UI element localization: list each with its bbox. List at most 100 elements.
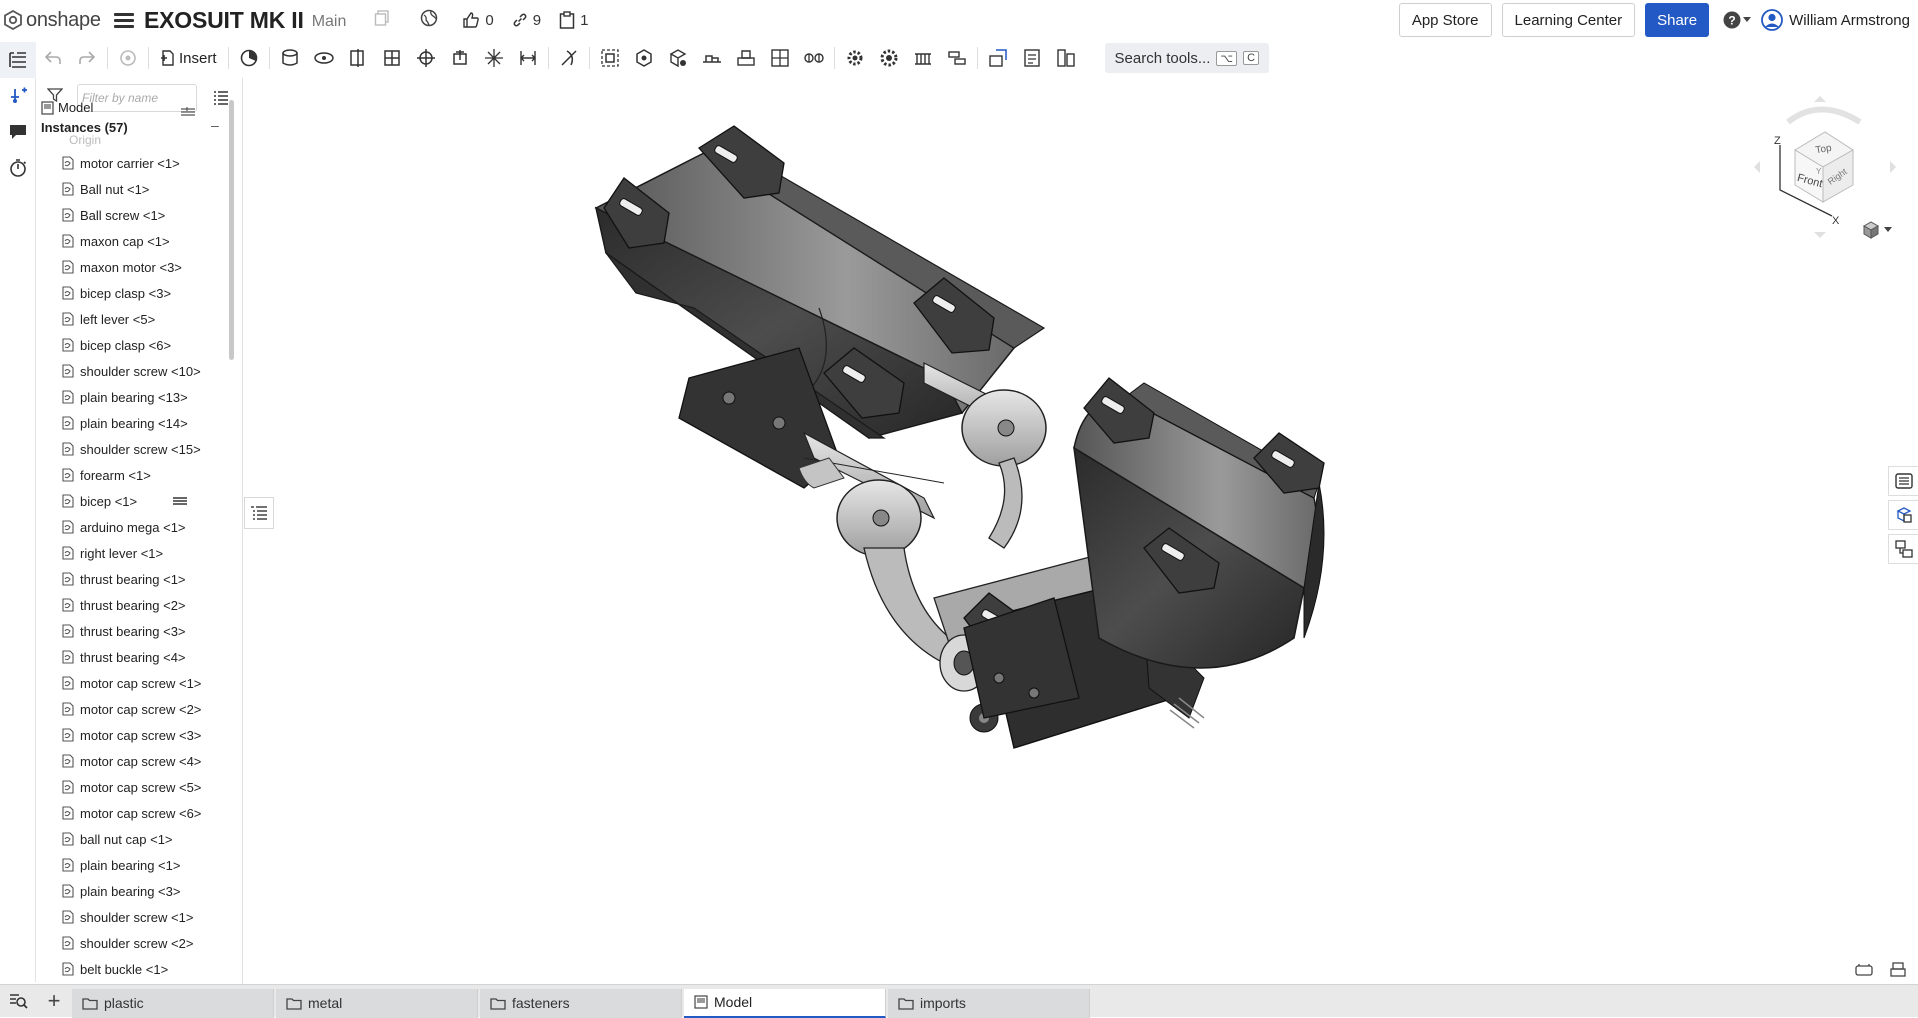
redo-icon[interactable]	[70, 42, 104, 74]
settings-gear-icon[interactable]	[838, 42, 872, 74]
list-item[interactable]: left lever <5>	[61, 306, 231, 332]
tab-model[interactable]: Model	[684, 988, 886, 1018]
tab-metal[interactable]: metal	[276, 988, 478, 1018]
animation-icon[interactable]	[0, 150, 36, 186]
view-options-menu[interactable]	[1862, 221, 1892, 239]
planar-mate-icon[interactable]	[375, 42, 409, 74]
view-left-arrow[interactable]	[1754, 161, 1760, 173]
globe-icon[interactable]	[420, 9, 438, 32]
list-item[interactable]: maxon motor <3>	[61, 254, 231, 280]
list-item[interactable]: plain bearing <14>	[61, 410, 231, 436]
list-item[interactable]: thrust bearing <4>	[61, 644, 231, 670]
tab-imports[interactable]: imports	[888, 988, 1090, 1018]
view-cube[interactable]: Top Front Right Z X Y	[1750, 92, 1900, 242]
tab-search-icon[interactable]	[0, 985, 36, 1018]
filter-input[interactable]: Filter by name	[77, 84, 197, 112]
parallel-mate-icon[interactable]	[511, 42, 545, 74]
named-positions-icon[interactable]	[940, 42, 974, 74]
list-item[interactable]: Ball screw <1>	[61, 202, 231, 228]
mate-connector-tool-icon[interactable]	[627, 42, 661, 74]
view-up-arrow[interactable]	[1814, 96, 1826, 102]
print-icon[interactable]	[1890, 962, 1906, 983]
revolute-mate-icon[interactable]	[307, 42, 341, 74]
list-item[interactable]: thrust bearing <3>	[61, 618, 231, 644]
linear-relation-icon[interactable]	[797, 42, 831, 74]
list-item[interactable]: motor carrier <1>	[61, 150, 231, 176]
list-item[interactable]: plain bearing <1>	[61, 852, 231, 878]
replicate-icon[interactable]	[232, 42, 266, 74]
branch-label[interactable]: Main	[312, 13, 347, 31]
graphics-viewport[interactable]	[244, 78, 1894, 984]
list-item[interactable]: thrust bearing <1>	[61, 566, 231, 592]
list-item[interactable]: motor cap screw <5>	[61, 774, 231, 800]
list-item[interactable]: right lever <1>	[61, 540, 231, 566]
list-item[interactable]: shoulder screw <1>	[61, 904, 231, 930]
tab-fasteners[interactable]: fasteners	[480, 988, 682, 1018]
list-item[interactable]: maxon cap <1>	[61, 228, 231, 254]
pin-slot-mate-icon[interactable]	[443, 42, 477, 74]
view-rotate-arc[interactable]	[1786, 106, 1862, 125]
link-counter[interactable]: 9	[512, 12, 541, 29]
list-item[interactable]: bicep <1>	[61, 488, 231, 514]
menu-icon[interactable]	[114, 12, 134, 28]
cylindrical-mate-icon[interactable]	[409, 42, 443, 74]
origin-item[interactable]: Origin	[69, 133, 101, 147]
list-item[interactable]: bicep clasp <6>	[61, 332, 231, 358]
configuration-panel-toggle[interactable]	[1888, 534, 1918, 564]
undo-icon[interactable]	[36, 42, 70, 74]
app-store-button[interactable]: App Store	[1398, 3, 1492, 37]
bom-icon[interactable]	[1015, 42, 1049, 74]
comments-icon[interactable]	[0, 114, 36, 150]
list-item[interactable]: plain bearing <3>	[61, 878, 231, 904]
list-item[interactable]: shoulder screw <10>	[61, 358, 231, 384]
model-root[interactable]: Model	[41, 100, 93, 115]
group-icon[interactable]	[593, 42, 627, 74]
list-item[interactable]: motor cap screw <6>	[61, 800, 231, 826]
copy-counter[interactable]: 1	[559, 11, 588, 29]
panel-scrollbar[interactable]	[229, 100, 234, 360]
versions-icon[interactable]	[374, 9, 390, 31]
tab-plastic[interactable]: plastic	[72, 988, 274, 1018]
regenerate-icon[interactable]	[111, 42, 145, 74]
gear-relation-icon[interactable]	[695, 42, 729, 74]
list-item[interactable]: motor cap screw <3>	[61, 722, 231, 748]
like-counter[interactable]: 0	[462, 11, 494, 29]
share-button[interactable]: Share	[1645, 3, 1710, 37]
ball-mate-icon[interactable]	[477, 42, 511, 74]
appearance-panel-toggle[interactable]	[1888, 500, 1918, 530]
document-title[interactable]: EXOSUIT MK II	[144, 7, 304, 34]
list-item[interactable]: shoulder screw <15>	[61, 436, 231, 462]
feature-list-icon[interactable]	[0, 42, 36, 78]
properties-panel-toggle[interactable]	[1888, 466, 1918, 496]
learning-center-button[interactable]: Learning Center	[1501, 3, 1636, 37]
list-view-icon[interactable]	[213, 90, 229, 111]
list-item[interactable]: bicep clasp <3>	[61, 280, 231, 306]
list-item[interactable]: ball nut cap <1>	[61, 826, 231, 852]
list-item[interactable]: motor cap screw <1>	[61, 670, 231, 696]
list-item[interactable]: motor cap screw <2>	[61, 696, 231, 722]
mate-connector-icon[interactable]	[0, 78, 36, 114]
list-item[interactable]: thrust bearing <2>	[61, 592, 231, 618]
screw-relation-icon[interactable]	[763, 42, 797, 74]
onshape-logo[interactable]: onshape	[0, 9, 102, 32]
list-item[interactable]: Ball nut <1>	[61, 176, 231, 202]
list-item[interactable]: motor cap screw <4>	[61, 748, 231, 774]
list-item[interactable]: plain bearing <13>	[61, 384, 231, 410]
section-view-icon[interactable]	[981, 42, 1015, 74]
list-item[interactable]: arduino mega <1>	[61, 514, 231, 540]
help-icon[interactable]: ?	[1723, 11, 1752, 29]
list-item[interactable]: belt buckle <1>	[61, 956, 231, 982]
list-item[interactable]: forearm <1>	[61, 462, 231, 488]
view-right-arrow[interactable]	[1890, 161, 1896, 173]
collapse-icon[interactable]: –	[211, 117, 219, 133]
add-tab-button[interactable]: +	[36, 985, 72, 1018]
search-tools-button[interactable]: Search tools... ⌥ C	[1104, 43, 1270, 73]
rack-pinion-icon[interactable]	[729, 42, 763, 74]
gear-icon[interactable]	[872, 42, 906, 74]
explode-view-icon[interactable]	[906, 42, 940, 74]
view-down-arrow[interactable]	[1814, 232, 1826, 238]
fastened-mate-icon[interactable]	[273, 42, 307, 74]
exosuit-model[interactable]	[244, 78, 1894, 984]
user-menu[interactable]: William Armstrong	[1761, 9, 1910, 31]
mate-tool-icon[interactable]	[661, 42, 695, 74]
